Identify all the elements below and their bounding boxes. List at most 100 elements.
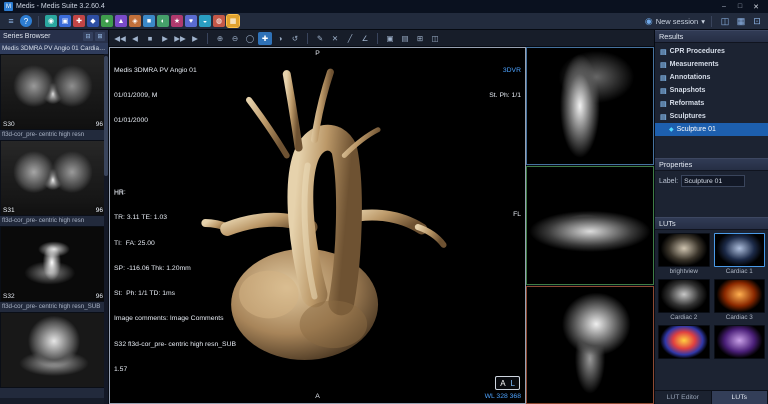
lut-item-6[interactable] <box>714 325 766 368</box>
lut-preview[interactable] <box>714 325 766 359</box>
window-title: Medis - Medis Suite 3.2.60.4 <box>16 3 105 10</box>
app-module-icon-2[interactable]: ▣ <box>59 15 71 27</box>
lut-item-cardiac-3[interactable]: Cardiac 3 <box>714 279 766 322</box>
tree-item-cpr-procedures[interactable]: ▤ CPR Procedures <box>655 45 768 58</box>
cine-stop-button[interactable]: ■ <box>143 32 157 45</box>
app-module-icon-12[interactable]: ◒ <box>199 15 211 27</box>
app-module-icon-3[interactable]: ✚ <box>73 15 85 27</box>
series-item-s30[interactable]: S30 96 fl3d-cor_pre- centric high resn <box>0 54 108 140</box>
lut-item-brightview[interactable]: brightview <box>658 233 710 276</box>
lut-preview[interactable] <box>714 279 766 313</box>
app-module-icon-8[interactable]: ■ <box>143 15 155 27</box>
series-label <box>0 388 108 398</box>
series-item-s31[interactable]: S31 96 fl3d-cor_pre- centric high resn <box>0 140 108 226</box>
cine-prev-button[interactable]: ◀ <box>128 32 142 45</box>
menu-icon[interactable]: ≡ <box>4 15 18 28</box>
layout-icon[interactable]: ◫ <box>718 15 732 28</box>
patient-dob-sex: 01/01/2009, M <box>114 92 197 100</box>
label-property-row: Label: <box>655 171 768 191</box>
app-module-icon-1[interactable]: ◉ <box>45 15 57 27</box>
series-id: S30 <box>3 121 15 128</box>
layout-window-icon[interactable]: ◫ <box>428 32 442 45</box>
series-image-count: 96 <box>96 207 103 214</box>
main-3d-viewport[interactable]: Medis 3DMRA PV Angio 01 01/01/2009, M 01… <box>109 47 526 404</box>
zoom-tool-icon[interactable]: ◯ <box>243 32 257 45</box>
cine-play-button[interactable]: ▶ <box>188 32 202 45</box>
lut-preview[interactable] <box>658 325 710 359</box>
app-module-icon-6[interactable]: ▲ <box>115 15 127 27</box>
study-label[interactable]: Medis 3DMRA PV Angio 01 Cardiach... <box>0 43 108 54</box>
scrollbar-thumb[interactable] <box>104 56 108 176</box>
rotate-tool-icon[interactable]: ↺ <box>288 32 302 45</box>
list-view-icon[interactable]: ⊟ <box>83 32 93 41</box>
tree-item-sculpture-01-selected[interactable]: ◆ Sculpture 01 <box>655 123 768 136</box>
folder-icon: ▤ <box>660 48 667 56</box>
app-module-icon-14[interactable]: ▦ <box>227 15 239 27</box>
lut-item-cardiac-2[interactable]: Cardiac 2 <box>658 279 710 322</box>
mpr-viewport-coronal[interactable] <box>526 286 654 404</box>
lut-label <box>714 359 766 368</box>
mpr-viewport-axial[interactable] <box>526 166 654 284</box>
zoom-out-icon[interactable]: ⊖ <box>228 32 242 45</box>
series-thumbnail-image[interactable]: S30 96 <box>0 54 108 130</box>
tab-luts[interactable]: LUTs <box>712 391 768 404</box>
info-line: TI: FA: 25.00 <box>114 240 236 248</box>
lut-preview[interactable] <box>658 233 710 267</box>
series-thumbnail-image[interactable]: S31 96 <box>0 140 108 216</box>
close-button[interactable]: ✕ <box>748 1 764 12</box>
angle-tool-icon[interactable]: ∠ <box>358 32 372 45</box>
series-browser-panel: Series Browser ⊟ ⊞ Medis 3DMRA PV Angio … <box>0 30 109 404</box>
cine-last-button[interactable]: ▶▶ <box>173 32 187 45</box>
series-thumbnail-image[interactable]: S32 96 <box>0 226 108 302</box>
mpr-viewports-column <box>526 47 654 404</box>
lut-item-cardiac-1-selected[interactable]: Cardiac 1 <box>714 233 766 276</box>
cine-next-button[interactable]: ▶ <box>158 32 172 45</box>
orientation-cube-widget[interactable]: A L <box>495 376 520 390</box>
mpr-viewport-sagittal[interactable] <box>526 47 654 165</box>
folder-icon: ▤ <box>660 87 667 95</box>
lut-preview[interactable] <box>658 279 710 313</box>
acquisition-info-overlay: HR: TR: 3.11 TE: 1.03 TI: FA: 25.00 SP: … <box>114 172 236 391</box>
grid-view-icon[interactable]: ⊞ <box>95 32 105 41</box>
minimize-button[interactable]: – <box>716 1 732 12</box>
tab-lut-editor[interactable]: LUT Editor <box>655 391 712 404</box>
app-module-icon-7[interactable]: ◈ <box>129 15 141 27</box>
tree-item-snapshots[interactable]: ▤ Snapshots <box>655 84 768 97</box>
app-module-icon-4[interactable]: ◆ <box>87 15 99 27</box>
app-module-icon-13[interactable]: ◍ <box>213 15 225 27</box>
new-session-dropdown[interactable]: ◉ New session ▾ <box>645 16 705 27</box>
app-module-icon-11[interactable]: ♥ <box>185 15 197 27</box>
divider <box>377 33 378 44</box>
cine-first-button[interactable]: ◀◀ <box>113 32 127 45</box>
layout-grid-icon[interactable]: ⊞ <box>413 32 427 45</box>
tree-item-sculptures[interactable]: ▤ Sculptures <box>655 110 768 123</box>
series-item-partial[interactable] <box>0 312 108 398</box>
label-input[interactable] <box>681 175 745 187</box>
series-image-count: 96 <box>96 293 103 300</box>
tree-item-annotations[interactable]: ▤ Annotations <box>655 71 768 84</box>
film-icon[interactable]: ▤ <box>398 32 412 45</box>
scrollbar[interactable] <box>104 54 108 404</box>
app-module-icon-9[interactable]: ◐ <box>157 15 169 27</box>
grid-icon[interactable]: ▦ <box>734 15 748 28</box>
lut-preview[interactable] <box>714 233 766 267</box>
window-level-icon[interactable]: ◑ <box>273 32 287 45</box>
info-icon[interactable]: ⊡ <box>750 15 764 28</box>
series-item-s32[interactable]: S32 96 fl3d-cor_pre- centric high resn_S… <box>0 226 108 312</box>
series-thumbnail-image[interactable] <box>0 312 108 388</box>
info-line: St: Ph: 1/1 TD: 1ms <box>114 290 236 298</box>
tree-item-reformats[interactable]: ▤ Reformats <box>655 97 768 110</box>
maximize-button[interactable]: □ <box>732 1 748 12</box>
tree-item-measurements[interactable]: ▤ Measurements <box>655 58 768 71</box>
lut-item-5[interactable] <box>658 325 710 368</box>
annotate-pencil-icon[interactable]: ✎ <box>313 32 327 45</box>
chevron-down-icon: ▾ <box>701 17 705 26</box>
delete-tool-icon[interactable]: ✕ <box>328 32 342 45</box>
snapshot-camera-icon[interactable]: ▣ <box>383 32 397 45</box>
app-module-icon-10[interactable]: ★ <box>171 15 183 27</box>
app-module-icon-5[interactable]: ● <box>101 15 113 27</box>
zoom-in-icon[interactable]: ⊕ <box>213 32 227 45</box>
pan-tool-icon[interactable]: ✚ <box>258 32 272 45</box>
ruler-tool-icon[interactable]: ╱ <box>343 32 357 45</box>
help-icon[interactable]: ? <box>20 15 32 27</box>
